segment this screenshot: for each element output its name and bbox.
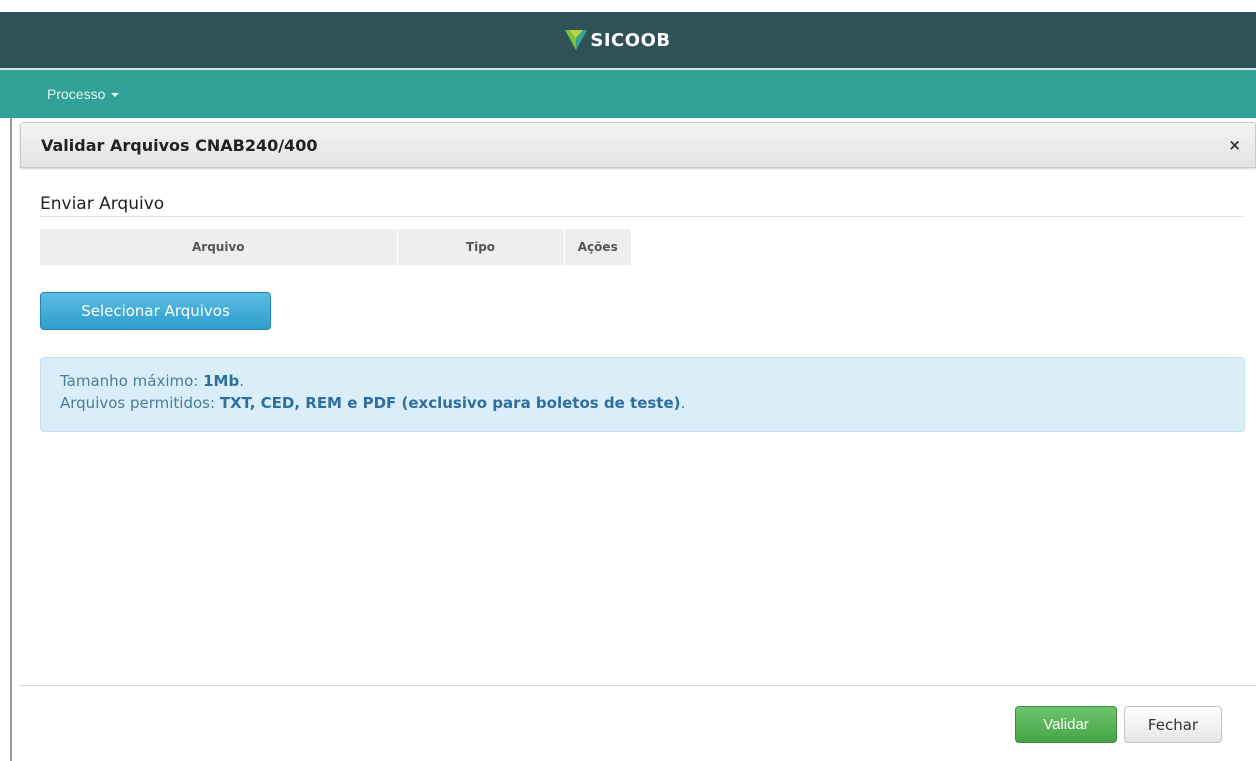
allowed-types-suffix: . [680,394,686,412]
max-size-suffix: . [239,372,244,390]
upload-info-alert: Tamanho máximo: 1Mb. Arquivos permitidos… [40,357,1245,432]
table-header-row: Arquivo Tipo Ações [40,229,631,265]
dialog-header: Validar Arquivos CNAB240/400 × [20,122,1256,168]
validate-button[interactable]: Validar [1015,706,1117,743]
allowed-types-line: Arquivos permitidos: TXT, CED, REM e PDF… [60,392,1244,414]
file-table: Arquivo Tipo Ações [40,229,631,265]
max-size-label: Tamanho máximo: [60,372,204,390]
section-title: Enviar Arquivo [40,194,165,214]
allowed-types-value: TXT, CED, REM e PDF (exclusivo para bole… [219,394,681,412]
column-header-acoes[interactable]: Ações [564,229,631,265]
brand-name: SICOOB [590,29,671,51]
main-navbar: Processo [0,68,1256,118]
top-strip [0,0,1256,12]
validate-files-dialog: Validar Arquivos CNAB240/400 × Enviar Ar… [20,118,1256,761]
max-size-line: Tamanho máximo: 1Mb. [60,370,1244,392]
page-left-border [10,118,12,761]
close-icon[interactable]: × [1228,136,1241,154]
footer-divider [20,685,1256,686]
sicoob-logo-icon [565,30,588,50]
select-files-button[interactable]: Selecionar Arquivos [40,292,271,330]
allowed-types-label: Arquivos permitidos: [60,394,220,412]
section-divider [40,216,1244,217]
column-header-tipo[interactable]: Tipo [397,229,565,265]
dialog-title: Validar Arquivos CNAB240/400 [41,136,318,155]
app-header: SICOOB [0,12,1256,68]
processo-menu[interactable]: Processo [47,86,120,102]
brand-logo[interactable]: SICOOB [565,30,670,51]
processo-menu-label: Processo [47,86,106,102]
column-header-arquivo[interactable]: Arquivo [40,229,398,265]
caret-down-icon [111,93,120,97]
max-size-value: 1Mb [203,372,240,390]
close-button[interactable]: Fechar [1124,706,1222,743]
